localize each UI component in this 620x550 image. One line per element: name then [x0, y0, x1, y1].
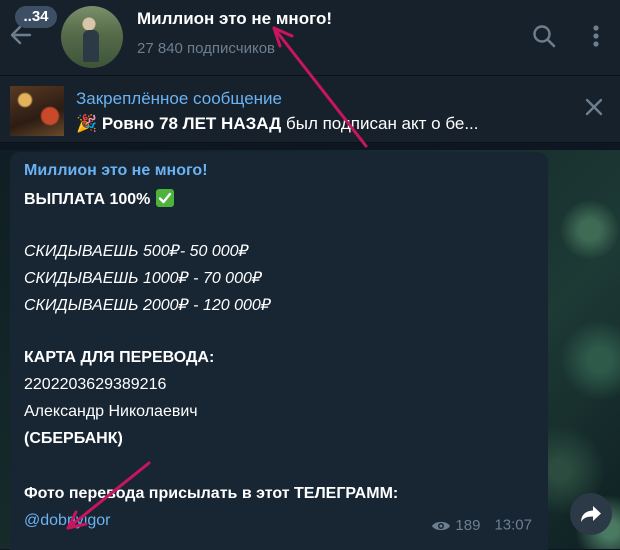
search-button[interactable] [531, 23, 557, 49]
message-bubble[interactable]: Миллион это не много! ВЫПЛАТА 100% СКИДЫ… [10, 152, 548, 550]
offer-line: СКИДЫВАЕШЬ 1000₽ - 70 000₽ [24, 270, 263, 287]
subscriber-count: 27 840 подписчиков [137, 40, 276, 57]
kebab-menu-icon [593, 25, 599, 47]
close-icon [585, 98, 603, 116]
pinned-message-bar[interactable]: Закреплённое сообщение 🎉 Ровно 78 ЛЕТ НА… [0, 76, 620, 143]
check-mark-icon [156, 189, 175, 207]
payout-line: ВЫПЛАТА 100% [24, 189, 175, 209]
pinned-preview: 🎉 Ровно 78 ЛЕТ НАЗАД был подписан акт о … [76, 114, 479, 134]
forward-button[interactable] [570, 493, 612, 535]
chat-header: ..34 Миллион это не много! 27 840 подпис… [0, 0, 620, 76]
pinned-thumbnail [10, 86, 64, 136]
card-label: КАРТА ДЛЯ ПЕРЕВОДА: [24, 349, 215, 366]
message-meta: 189 13:07 [431, 516, 532, 534]
offer-line: СКИДЫВАЕШЬ 500₽- 50 000₽ [24, 243, 249, 260]
payout-text: ВЫПЛАТА 100% [24, 191, 151, 208]
bank-name: (СБЕРБАНК) [24, 430, 123, 447]
message-time: 13:07 [494, 517, 532, 534]
pinned-preview-rest: был подписан акт о бе... [281, 114, 479, 133]
card-holder: Александр Николаевич [24, 403, 198, 420]
pinned-title: Закреплённое сообщение [76, 89, 282, 108]
search-icon [533, 25, 556, 48]
unread-badge: ..34 [15, 6, 57, 28]
message-sender[interactable]: Миллион это не много! [24, 162, 208, 180]
eye-icon [432, 521, 451, 530]
card-number: 2202203629389216 [24, 376, 167, 393]
party-emoji-icon: 🎉 [76, 114, 98, 133]
pinned-preview-bold: Ровно 78 ЛЕТ НАЗАД [101, 114, 282, 133]
photo-note: Фото перевода присылать в этот ТЕЛЕГРАММ… [24, 485, 399, 502]
contact-link[interactable]: @dobriyigor [24, 512, 111, 530]
channel-title[interactable]: Миллион это не много! [137, 9, 332, 29]
more-menu-button[interactable] [588, 22, 604, 50]
share-arrow-icon [581, 506, 601, 522]
channel-avatar[interactable] [61, 6, 123, 68]
close-pinned-button[interactable] [584, 97, 604, 117]
view-count: 189 [455, 517, 481, 534]
offer-line: СКИДЫВАЕШЬ 2000₽ - 120 000₽ [24, 297, 271, 314]
